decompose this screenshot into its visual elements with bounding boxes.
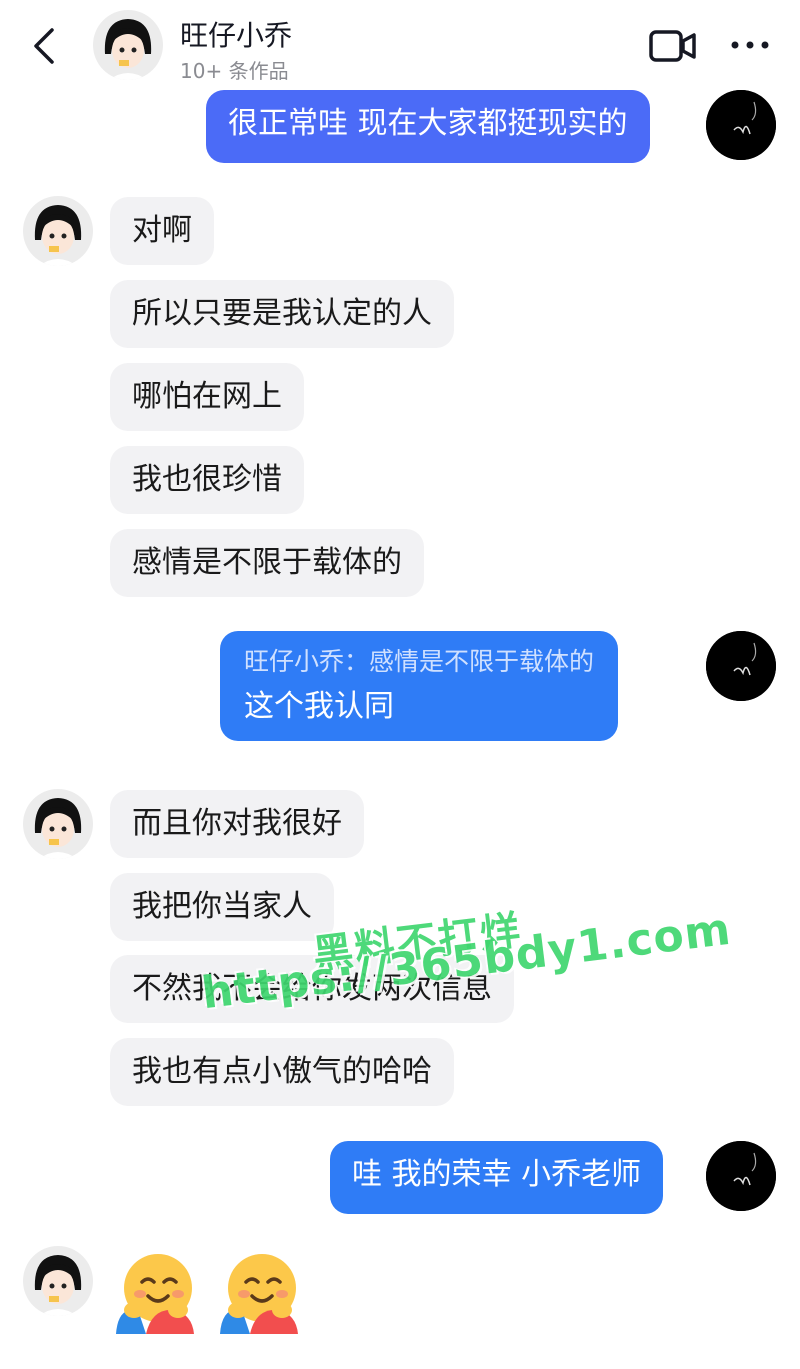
chat-header: 旺仔小乔 10+ 条作品 [0,0,800,90]
hugging-face-icon [220,1254,298,1334]
contact-avatar-message[interactable] [23,196,93,266]
message-bubble-received[interactable]: 感情是不限于载体的 [110,529,424,597]
message-bubble-sent[interactable]: 哇 我的荣幸 小乔老师 [330,1141,664,1214]
chevron-left-icon [34,28,54,64]
my-avatar[interactable] [706,90,776,160]
works-count[interactable]: 10+ 条作品 [180,55,289,84]
message-bubble-sent-with-quote[interactable]: 旺仔小乔：感情是不限于载体的 这个我认同 [220,631,619,741]
hugging-face-icon [116,1254,194,1334]
my-avatar[interactable] [706,631,776,701]
message-bubble-received[interactable]: 我也很珍惜 [110,446,304,514]
more-horizontal-icon [731,41,769,49]
more-options-button[interactable] [728,30,772,60]
my-avatar[interactable] [706,1141,776,1211]
quoted-message: 旺仔小乔：感情是不限于载体的 [244,647,595,676]
video-camera-icon [649,30,696,62]
contact-name[interactable]: 旺仔小乔 [180,14,292,54]
contact-avatar-message[interactable] [23,789,93,859]
my-avatar-image [706,90,776,160]
message-bubble-received[interactable]: 而且你对我很好 [110,790,364,858]
message-bubble-received[interactable]: 所以只要是我认定的人 [110,280,454,348]
message-text: 这个我认同 [244,689,394,724]
video-call-button[interactable] [648,26,698,66]
back-button[interactable] [26,24,66,68]
message-bubble-received[interactable]: 对啊 [110,197,214,265]
message-bubble-sent[interactable]: 很正常哇 现在大家都挺现实的 [206,90,650,163]
emoji-message[interactable] [112,1248,304,1336]
message-bubble-received[interactable]: 我把你当家人 [110,873,334,941]
contact-avatar-message[interactable] [23,1246,93,1316]
message-bubble-received[interactable]: 我也有点小傲气的哈哈 [110,1038,454,1106]
contact-avatar[interactable] [93,10,163,80]
message-bubble-received[interactable]: 哪怕在网上 [110,363,304,431]
